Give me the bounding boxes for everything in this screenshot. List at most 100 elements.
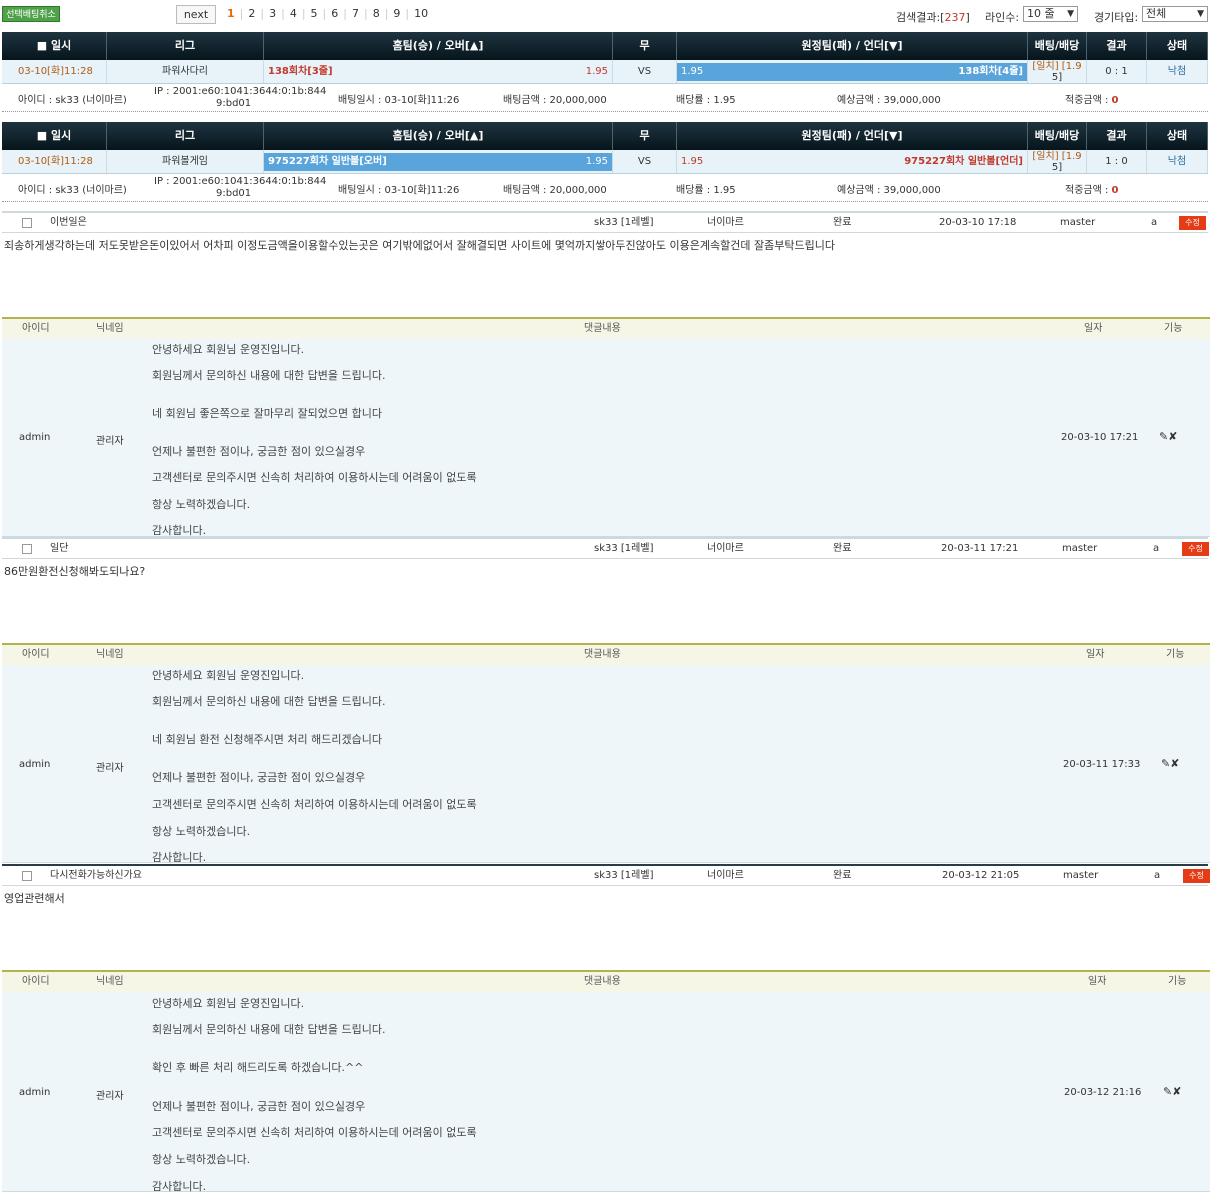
comment-row: admin 관리자 안녕하세요 회원님 운영진입니다. 회원님께서 문의하신 내… [2,665,1210,864]
page-link-8[interactable]: 8 [370,7,383,20]
comment-row: admin 관리자 안녕하세요 회원님 운영진입니다. 회원님께서 문의하신 내… [2,992,1210,1193]
header-draw: 무 [613,122,677,150]
header-status: 상태 [1147,32,1208,60]
header-odds: 배팅/배당 [1028,122,1087,150]
page-link-6[interactable]: 6 [328,7,341,20]
edit-button[interactable]: 수정 [1179,216,1206,230]
header-home: 홈팀(승) / 오버[▲] [264,122,613,150]
comment-nickname: 관리자 [96,1091,124,1102]
post-title[interactable]: 다시전화가능하신가요 [50,866,142,886]
bet-row: 03-10[화]11:28 파워볼게임 975227회차 일반볼[오버] 1.95… [2,150,1208,174]
comment-user-id: admin [19,432,51,443]
post-flag: a [1151,217,1158,228]
edit-note-icon[interactable]: ✎ [1161,757,1170,770]
post-body: 죄송하게생각하는데 저도못받은돈이있어서 어차피 이정도금액을이용할수있는곳은 … [4,239,835,252]
post-checkbox[interactable] [22,871,32,881]
header-away: 원정팀(패) / 언더[▼] [677,32,1028,60]
top-toolbar: 선택배팅취소 next 1 | 2 | 3 | 4 | 5 | 6 | 7 | 8 | 9 | 1… [0,0,1212,30]
post-flag: a [1153,543,1160,554]
bet-result: 1 : 0 [1087,150,1147,173]
bet-date: 03-10[화]11:28 [2,150,107,173]
pagination: 1 | 2 | 3 | 4 | 5 | 6 | 7 | 8 | 9 | 10 [224,7,431,20]
bet-ip-cont: 9:bd01 [216,188,252,199]
bet-hit: 적중금액 : 0 [1065,95,1119,106]
post-date: 20-03-12 21:05 [942,870,1020,881]
edit-note-icon[interactable]: ✎ [1163,1085,1172,1098]
comment-user-id: admin [19,759,51,770]
bet-user-id: 아이디 : sk33 (너이마르) [18,185,127,196]
bet-info-row: 아이디 : sk33 (너이마르) IP : 2001:e60:1041:364… [2,174,1208,202]
page-link-3[interactable]: 3 [266,7,279,20]
post-writer: master [1062,543,1098,554]
edit-note-icon[interactable]: ✎ [1159,430,1168,443]
next-page-button[interactable]: next [176,5,216,24]
post-date: 20-03-11 17:21 [941,543,1019,554]
comment-header: 아이디 닉네임 댓글내용 일자 기능 [2,643,1210,665]
game-type-label: 경기타입: [1094,11,1139,24]
header-league: 리그 [107,32,264,60]
search-result-count: 검색결과:[237] [896,11,970,24]
edit-button[interactable]: 수정 [1182,542,1209,556]
cancel-selected-bets-button[interactable]: 선택배팅취소 [2,6,60,22]
bet-table-header: ■ 일시 리그 홈팀(승) / 오버[▲] 무 원정팀(패) / 언더[▼] 배… [2,122,1208,150]
header-date: ■ 일시 [2,122,107,150]
post-header-row[interactable]: 다시전화가능하신가요 sk33 [1레벨] 너이마르 완료 20-03-12 2… [2,864,1210,886]
vs-label: VS [613,60,677,83]
post-nickname: 너이마르 [707,543,744,554]
post-checkbox[interactable] [22,218,32,228]
comment-date: 20-03-10 17:21 [1061,432,1139,443]
delete-note-icon[interactable]: ✘ [1168,430,1177,443]
bet-block: ■ 일시 리그 홈팀(승) / 오버[▲] 무 원정팀(패) / 언더[▼] 배… [2,32,1208,112]
header-home: 홈팀(승) / 오버[▲] [264,32,613,60]
post-header-row[interactable]: 이번일은 sk33 [1레벨] 너이마르 완료 20-03-10 17:18 m… [2,211,1208,233]
page-link-2[interactable]: 2 [245,7,258,20]
header-odds: 배팅/배당 [1028,32,1087,60]
delete-note-icon[interactable]: ✘ [1170,757,1179,770]
home-team-cell-selected: 975227회차 일반볼[오버] 1.95 [264,153,612,171]
game-type-select[interactable]: 전체 ▼ [1142,6,1208,22]
post-state: 완료 [833,870,852,881]
post-checkbox[interactable] [22,544,32,554]
post-header-row[interactable]: 일단 sk33 [1레벨] 너이마르 완료 20-03-11 17:21 mas… [2,537,1209,559]
bet-odds: [일치] [1.9 5] [1028,150,1087,173]
post-date: 20-03-10 17:18 [939,217,1017,228]
bet-block: ■ 일시 리그 홈팀(승) / 오버[▲] 무 원정팀(패) / 언더[▼] 배… [2,122,1208,202]
page-link-4[interactable]: 4 [287,7,300,20]
page-link-5[interactable]: 5 [308,7,321,20]
post-user: sk33 [1레벨] [594,543,654,554]
edit-button[interactable]: 수정 [1183,869,1210,883]
page-link-7[interactable]: 7 [349,7,362,20]
page-link-1[interactable]: 1 [224,7,238,20]
post-state: 완료 [833,217,852,228]
bet-hit: 적중금액 : 0 [1065,185,1119,196]
comment-date: 20-03-12 21:16 [1064,1087,1142,1098]
comment-row: admin 관리자 안녕하세요 회원님 운영진입니다. 회원님께서 문의하신 내… [2,339,1210,537]
lines-select[interactable]: 10 줄 ▼ [1023,6,1078,22]
header-result: 결과 [1087,32,1147,60]
header-status: 상태 [1147,122,1208,150]
header-draw: 무 [613,32,677,60]
bet-rate: 배당률 : 1.95 [676,185,736,196]
page-link-9[interactable]: 9 [390,7,403,20]
bet-odds: [일치] [1.9 5] [1028,60,1087,83]
comment-header: 아이디 닉네임 댓글내용 일자 기능 [2,970,1210,992]
post-title[interactable]: 일단 [50,539,68,559]
delete-note-icon[interactable]: ✘ [1172,1085,1181,1098]
away-team-cell-selected: 1.95 138회차[4줄] [677,63,1027,81]
header-date: ■ 일시 [2,32,107,60]
bet-user-id: 아이디 : sk33 (너이마르) [18,95,127,106]
post-state: 완료 [833,543,852,554]
post-nickname: 너이마르 [707,870,744,881]
bet-ip-cont: 9:bd01 [216,98,252,109]
comment-header: 아이디 닉네임 댓글내용 일자 기능 [2,317,1210,339]
bet-date: 03-10[화]11:28 [2,60,107,83]
comment-date: 20-03-11 17:33 [1063,759,1141,770]
page-link-10[interactable]: 10 [411,7,431,20]
home-team-cell: 138회차[3줄] 1.95 [268,66,608,77]
bet-table-header: ■ 일시 리그 홈팀(승) / 오버[▲] 무 원정팀(패) / 언더[▼] 배… [2,32,1208,60]
header-league: 리그 [107,122,264,150]
post-user: sk33 [1레벨] [594,217,654,228]
comment-user-id: admin [19,1087,51,1098]
bet-amount: 배팅금액 : 20,000,000 [503,185,607,196]
post-title[interactable]: 이번일은 [50,213,87,233]
